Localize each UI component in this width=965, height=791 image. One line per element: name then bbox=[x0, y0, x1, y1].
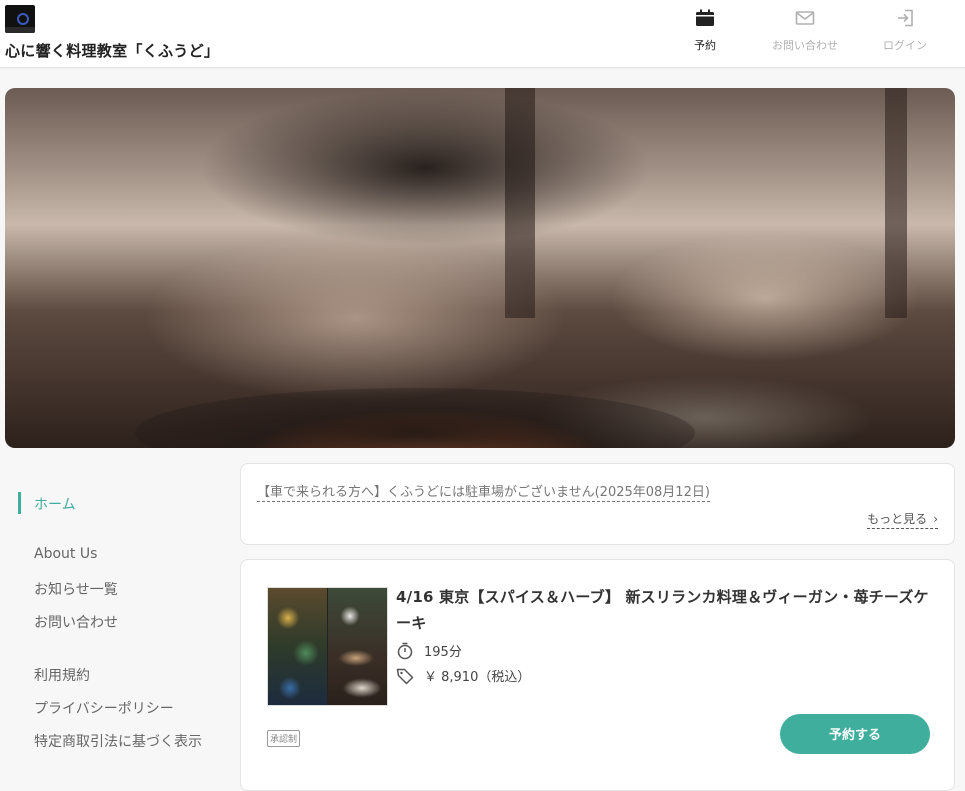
chevron-right-icon: › bbox=[933, 512, 938, 526]
sidebar-active-indicator bbox=[18, 492, 21, 514]
sidebar-item-terms[interactable]: 利用規約 bbox=[34, 665, 90, 685]
course-title[interactable]: 4/16 東京【スパイス＆ハーブ】 新スリランカ料理＆ヴィーガン・苺チーズケーキ bbox=[396, 584, 936, 636]
reserve-button[interactable]: 予約する bbox=[780, 714, 930, 754]
sidebar-item-privacy[interactable]: プライバシーポリシー bbox=[34, 698, 174, 718]
nav-reserve[interactable]: 予約 bbox=[680, 0, 730, 67]
tag-icon bbox=[396, 668, 414, 684]
sidebar-item-about-us[interactable]: About Us bbox=[34, 546, 97, 562]
nav-reserve-label: 予約 bbox=[694, 39, 716, 52]
course-thumbnail[interactable] bbox=[267, 587, 388, 706]
course-price-value: ￥ 8,910（税込） bbox=[424, 670, 531, 685]
hero-hands-silhouette bbox=[125, 88, 725, 308]
course-duration: 195分 bbox=[396, 641, 462, 660]
approval-badge: 承認制 bbox=[267, 730, 301, 747]
notice-card: 【車で来られる方へ】くふうどには駐車場がございません(2025年08月12日) … bbox=[240, 463, 955, 545]
more-link[interactable]: もっと見る › bbox=[867, 510, 938, 529]
site-header: 心に響く料理教室「くふうど」 予約 お問い合わせ ログイン bbox=[0, 0, 965, 68]
sidebar-item-home[interactable]: ホーム bbox=[34, 494, 76, 514]
site-title[interactable]: 心に響く料理教室「くふうど」 bbox=[5, 40, 219, 61]
nav-contact[interactable]: お問い合わせ bbox=[762, 0, 848, 67]
site-logo[interactable] bbox=[5, 5, 35, 33]
sidebar-item-contact[interactable]: お問い合わせ bbox=[34, 612, 118, 632]
calendar-icon bbox=[696, 9, 714, 26]
nav-login[interactable]: ログイン bbox=[875, 0, 935, 67]
nav-contact-label: お問い合わせ bbox=[772, 39, 838, 52]
envelope-icon bbox=[795, 11, 815, 25]
notice-link[interactable]: 【車で来られる方へ】くふうどには駐車場がございません(2025年08月12日) bbox=[257, 481, 710, 502]
timer-icon bbox=[397, 642, 413, 659]
course-card[interactable]: 4/16 東京【スパイス＆ハーブ】 新スリランカ料理＆ヴィーガン・苺チーズケーキ… bbox=[240, 559, 955, 791]
course-duration-value: 195分 bbox=[424, 645, 462, 660]
course-price: ￥ 8,910（税込） bbox=[396, 666, 530, 685]
sidebar-item-commerce-law[interactable]: 特定商取引法に基づく表示 bbox=[34, 732, 204, 753]
more-link-label: もっと見る bbox=[867, 512, 928, 526]
hero-image bbox=[5, 88, 955, 448]
hero-plate bbox=[135, 388, 695, 448]
nav-login-label: ログイン bbox=[883, 39, 927, 52]
course-thumbnail-cheesecake bbox=[328, 588, 387, 705]
sidebar-item-news[interactable]: お知らせ一覧 bbox=[34, 579, 118, 599]
course-thumbnail-dishes bbox=[268, 588, 327, 705]
hero-window-frame-right bbox=[885, 88, 907, 318]
login-icon bbox=[898, 9, 913, 27]
